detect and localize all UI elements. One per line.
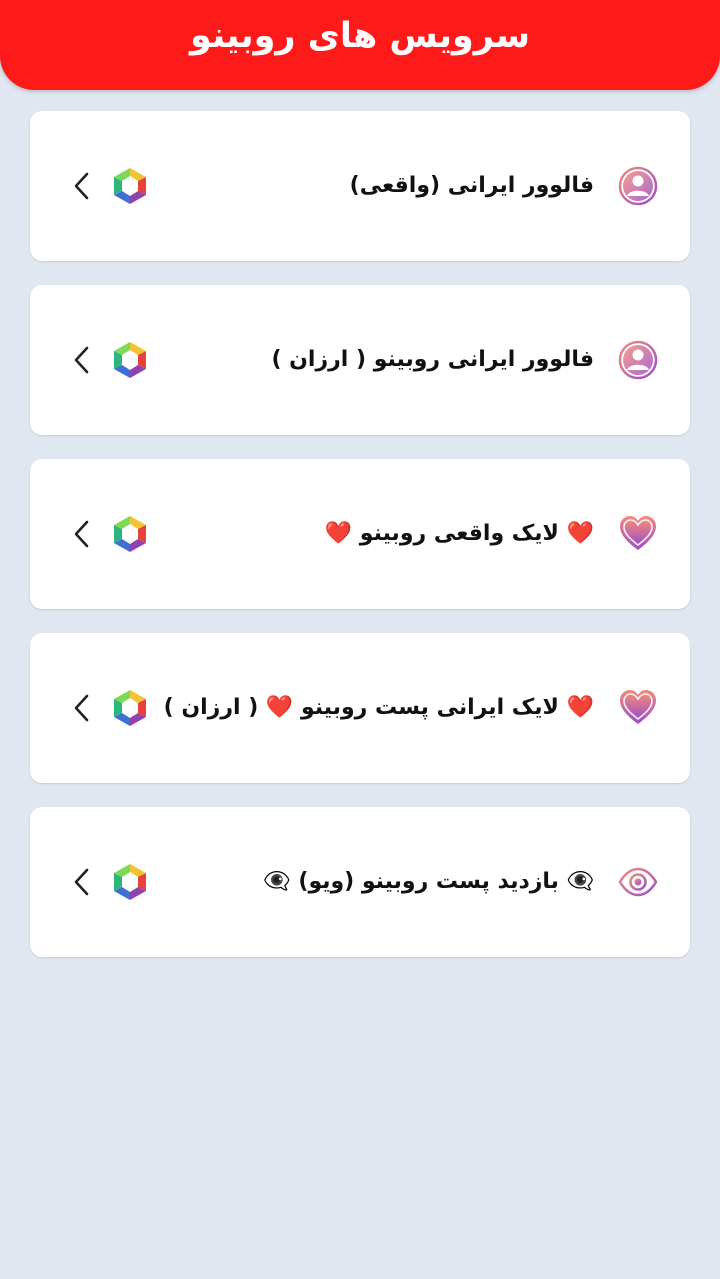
service-card-like-cheap[interactable]: ❤️ لایک ایرانی پست روبینو ❤️ ( ارزان ) (30, 633, 690, 783)
page-title: سرویس های روبینو (190, 16, 530, 56)
chevron-left-icon (74, 868, 89, 896)
chevron-left-icon (74, 520, 89, 548)
chevron-left-icon (74, 346, 89, 374)
services-list: فالوور ایرانی (واقعی) فالوور ایرانی روبی… (30, 111, 690, 981)
user-circle-icon (618, 340, 658, 380)
rubika-hexagon-icon (114, 516, 146, 552)
chevron-left-icon (74, 694, 89, 722)
service-label: فالوور ایرانی روبینو ( ارزان ) (271, 347, 594, 372)
rubika-hexagon-icon (114, 168, 146, 204)
app-header: سرویس های روبینو (0, 0, 720, 90)
service-label: ❤️ لایک ایرانی پست روبینو ❤️ ( ارزان ) (163, 695, 594, 720)
service-card-follower-cheap[interactable]: فالوور ایرانی روبینو ( ارزان ) (30, 285, 690, 435)
service-label: فالوور ایرانی (واقعی) (349, 173, 594, 198)
service-card-follower-real[interactable]: فالوور ایرانی (واقعی) (30, 111, 690, 261)
service-label: ❤️ لایک واقعی روبینو ❤️ (324, 521, 594, 546)
eye-icon (618, 867, 658, 897)
user-circle-icon (618, 166, 658, 206)
service-card-view[interactable]: 👁‍🗨 بازدید پست روبینو (ویو) 👁‍🗨 (30, 807, 690, 957)
heart-icon (620, 516, 656, 550)
rubika-hexagon-icon (114, 690, 146, 726)
heart-icon (620, 690, 656, 724)
rubika-hexagon-icon (114, 864, 146, 900)
chevron-left-icon (74, 172, 89, 200)
service-label: 👁‍🗨 بازدید پست روبینو (ویو) 👁‍🗨 (263, 869, 594, 894)
rubika-hexagon-icon (114, 342, 146, 378)
service-card-like-real[interactable]: ❤️ لایک واقعی روبینو ❤️ (30, 459, 690, 609)
